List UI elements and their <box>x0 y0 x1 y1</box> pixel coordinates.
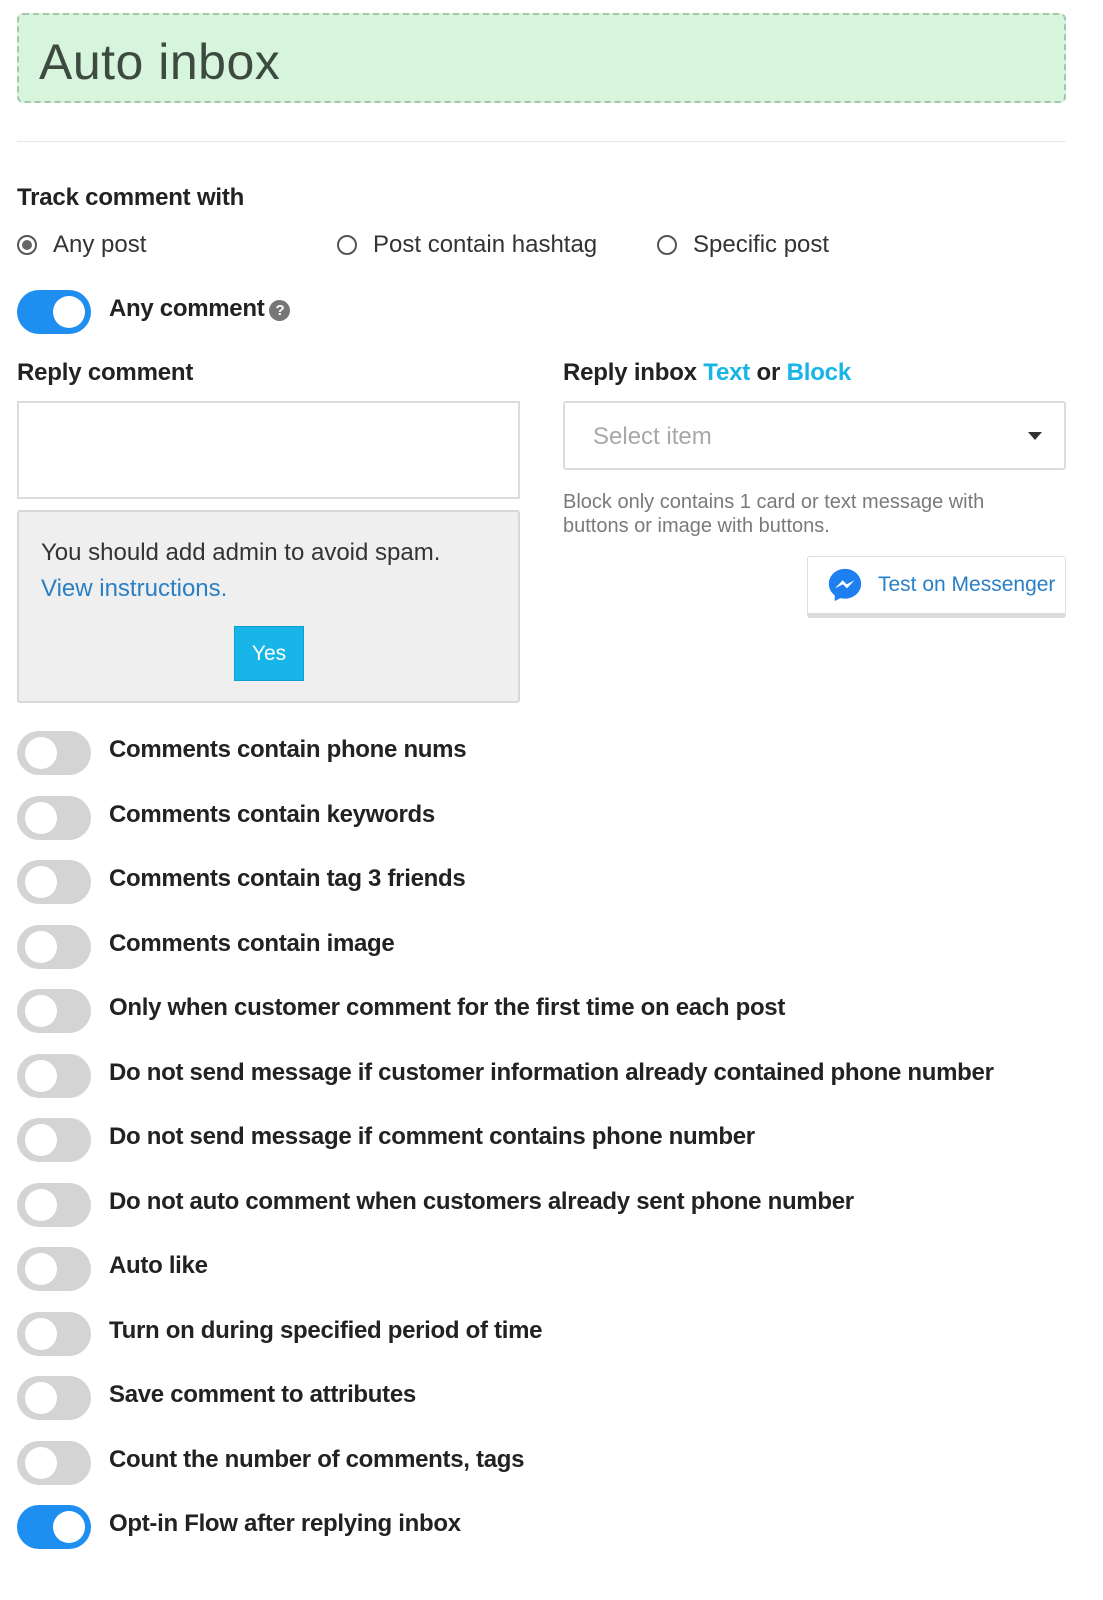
option-label: Count the number of comments, tags <box>109 1446 525 1473</box>
toggle-knob <box>25 995 57 1027</box>
toggle-knob <box>25 1124 57 1156</box>
radio-specific-post-label: Specific post <box>693 231 830 258</box>
radio-any-post-label: Any post <box>53 231 147 258</box>
option-toggle[interactable] <box>17 796 91 840</box>
toggle-knob <box>53 1511 85 1543</box>
option-label: Comments contain phone nums <box>109 736 467 763</box>
option-toggle[interactable] <box>17 1118 91 1162</box>
option-toggle[interactable] <box>17 860 91 904</box>
any-comment-text: Any comment <box>109 295 265 322</box>
option-label: Comments contain image <box>109 930 395 957</box>
reply-inbox-label: Reply inbox Text or Block <box>563 359 851 387</box>
radio-specific-post[interactable]: Specific post <box>657 231 829 259</box>
option-toggle[interactable] <box>17 1505 91 1549</box>
reply-comment-textarea[interactable] <box>17 401 520 499</box>
select-item-dropdown[interactable]: Select item <box>563 401 1066 470</box>
option-toggle[interactable] <box>17 1054 91 1098</box>
option-label: Save comment to attributes <box>109 1381 416 1408</box>
track-comment-label: Track comment with <box>17 184 245 211</box>
radio-any-post[interactable]: Any post <box>17 231 146 259</box>
page-title: Auto inbox <box>39 34 281 90</box>
option-toggle[interactable] <box>17 925 91 969</box>
reply-inbox-text: Reply inbox <box>563 359 697 386</box>
toggle-knob <box>25 931 57 963</box>
radio-unchecked-icon[interactable] <box>657 235 677 255</box>
option-label: Comments contain keywords <box>109 801 435 828</box>
radio-unchecked-icon[interactable] <box>337 235 357 255</box>
text-link[interactable]: Text <box>703 359 750 386</box>
test-on-messenger-button[interactable]: Test on Messenger <box>807 556 1066 618</box>
header-banner: Auto inbox <box>17 13 1066 103</box>
option-label: Do not send message if customer informat… <box>109 1059 994 1086</box>
option-toggle[interactable] <box>17 731 91 775</box>
toggle-knob <box>25 1060 57 1092</box>
toggle-knob <box>25 866 57 898</box>
reply-comment-label: Reply comment <box>17 359 194 386</box>
toggle-knob <box>25 1318 57 1350</box>
option-toggle[interactable] <box>17 1183 91 1227</box>
messenger-icon <box>828 568 862 602</box>
radio-post-contain-hashtag[interactable]: Post contain hashtag <box>337 231 597 259</box>
option-toggle[interactable] <box>17 1247 91 1291</box>
option-label: Do not auto comment when customers alrea… <box>109 1188 854 1215</box>
radio-checked-icon[interactable] <box>17 235 37 255</box>
view-instructions-link[interactable]: View instructions. <box>41 575 227 603</box>
option-label: Opt-in Flow after replying inbox <box>109 1510 461 1537</box>
radio-hashtag-label: Post contain hashtag <box>373 231 598 258</box>
toggle-knob <box>25 1253 57 1285</box>
option-toggle[interactable] <box>17 1441 91 1485</box>
block-link[interactable]: Block <box>787 359 852 386</box>
toggle-knob <box>25 1447 57 1479</box>
option-toggle[interactable] <box>17 1312 91 1356</box>
notice-text: You should add admin to avoid spam. <box>41 539 441 566</box>
option-label: Turn on during specified period of time <box>109 1317 543 1344</box>
option-label: Do not send message if comment contains … <box>109 1123 755 1150</box>
spam-notice-box: You should add admin to avoid spam. View… <box>17 510 520 703</box>
option-label: Only when customer comment for the first… <box>109 994 786 1021</box>
select-placeholder: Select item <box>593 423 712 450</box>
any-comment-label: Any comment? <box>109 295 291 323</box>
option-toggle[interactable] <box>17 1376 91 1420</box>
toggle-knob <box>25 1189 57 1221</box>
auto-inbox-page: Auto inbox Track comment with Any post P… <box>0 0 1103 1600</box>
toggle-knob <box>25 1382 57 1414</box>
toggle-knob <box>25 802 57 834</box>
option-label: Auto like <box>109 1252 208 1279</box>
test-on-messenger-label: Test on Messenger <box>878 573 1056 596</box>
block-hint-text: Block only contains 1 card or text messa… <box>563 491 985 537</box>
option-toggle[interactable] <box>17 989 91 1033</box>
chevron-down-icon <box>1028 432 1042 440</box>
any-comment-toggle[interactable] <box>17 290 91 334</box>
toggle-knob <box>25 737 57 769</box>
yes-button[interactable]: Yes <box>234 626 304 681</box>
or-text: or <box>756 359 781 386</box>
divider <box>17 141 1066 142</box>
question-circle-icon[interactable]: ? <box>269 300 291 321</box>
option-label: Comments contain tag 3 friends <box>109 865 466 892</box>
toggle-knob <box>53 296 85 328</box>
